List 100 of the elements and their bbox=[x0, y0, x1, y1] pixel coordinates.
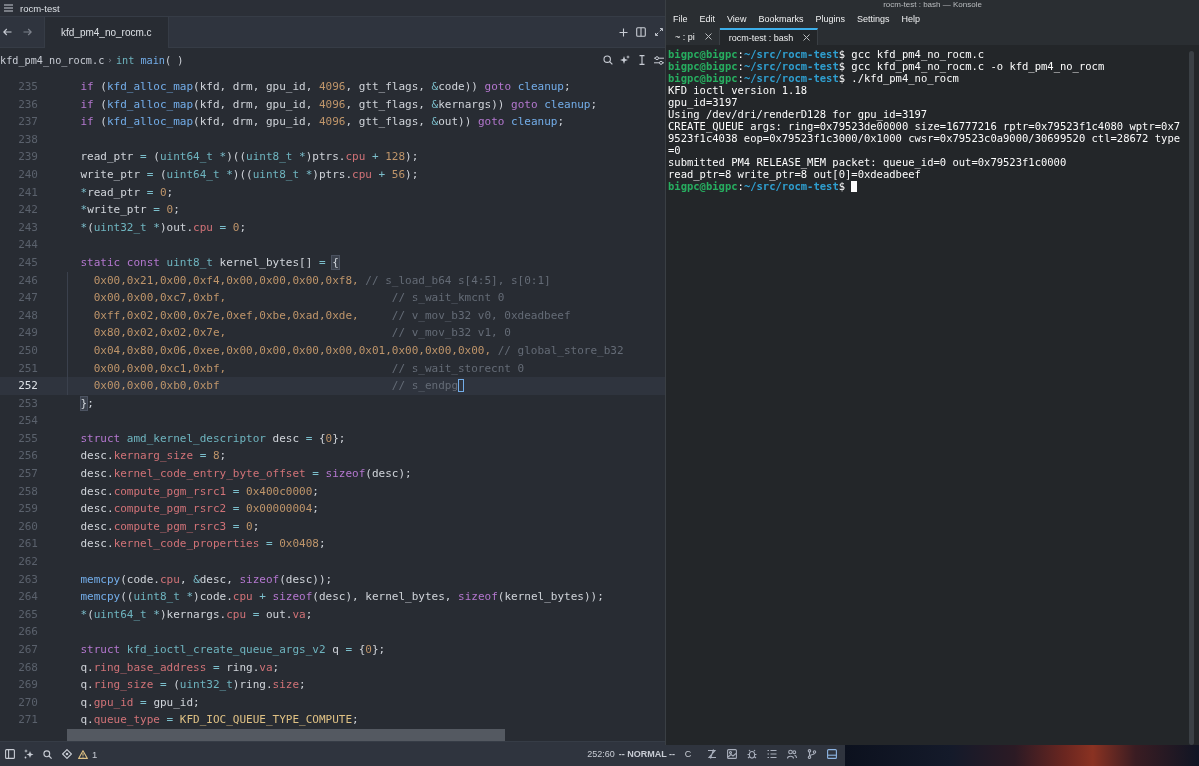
close-icon[interactable] bbox=[803, 34, 811, 41]
line-number: 235 bbox=[17, 79, 38, 95]
search-icon[interactable] bbox=[603, 54, 613, 66]
code-line: *(uint64_t *)kernargs.cpu = out.va; bbox=[80, 606, 313, 623]
line-number: 248 bbox=[17, 307, 38, 324]
code-line: *(uint32_t *)out.cpu = 0; bbox=[80, 219, 247, 236]
line-number: 247 bbox=[17, 290, 38, 307]
line-number: 236 bbox=[17, 96, 38, 113]
line-number: 263 bbox=[17, 571, 38, 588]
line-number: 254 bbox=[17, 413, 38, 430]
terminal-line: CREATE_QUEUE args: ring=0x79523de00000 size=16777216 rptr=0x79523f1c4080 wptr=0x7 bbox=[668, 120, 1181, 132]
terminal-tab[interactable]: rocm-test : bash bbox=[719, 28, 819, 45]
code-line: write_ptr = (uint64_t *)((uint8_t *)ptrs.cpu + 56); bbox=[80, 166, 419, 183]
line-number: 264 bbox=[17, 589, 38, 606]
terminal-line: bigpc@bigpc:~/src/rocm-test$ ./kfd_pm4_no_rocm bbox=[668, 72, 959, 84]
line-number: 260 bbox=[17, 518, 38, 535]
menu-icon[interactable] bbox=[3, 2, 13, 14]
code-line: *write_ptr = 0; bbox=[80, 202, 180, 219]
code-line: 0x80,0x02,0x02,0x7e, // v_mov_b32 v1, 0 bbox=[93, 325, 511, 342]
line-number: 255 bbox=[17, 430, 38, 447]
breadcrumb-file[interactable]: kfd_pm4_no_rocm.c bbox=[0, 54, 105, 66]
line-number: 243 bbox=[17, 219, 38, 236]
code-line: q.gpu_id = gpu_id; bbox=[80, 694, 200, 711]
sparkle-icon[interactable] bbox=[620, 54, 630, 66]
terminal-line: submitted PM4 RELEASE_MEM packet: queue_id=0 out=0x79523f1c0000 bbox=[668, 156, 1067, 168]
code-line: if (kfd_alloc_map(kfd, drm, gpu_id, 4096, gtt_flags, &out)) goto cleanup; bbox=[80, 114, 564, 131]
code-line: 0xff,0x02,0x00,0x7e,0xef,0xbe,0xad,0xde, // v_mov_b32 v0, 0xdeadbeef bbox=[93, 307, 571, 324]
terminal-line: Using /dev/dri/renderD128 for gpu_id=3197 bbox=[668, 108, 928, 120]
code-line: desc.kernel_code_entry_byte_offset = sizeof(desc); bbox=[80, 466, 412, 483]
code-line: q.ring_size = (uint32_t)ring.size; bbox=[80, 677, 306, 694]
code-line: memcpy(code.cpu, &desc, sizeof(desc)); bbox=[80, 571, 333, 588]
code-line: 0x00,0x00,0xb0,0xbf // s_endpg bbox=[93, 378, 458, 395]
line-number: 267 bbox=[17, 642, 38, 658]
cursor-position[interactable]: 252:60 bbox=[587, 749, 615, 759]
terminal-line: bigpc@bigpc:~/src/rocm-test$ gcc kfd_pm4_no_rocm.c bbox=[668, 48, 985, 60]
line-number: 249 bbox=[17, 325, 38, 342]
menu-item[interactable]: Edit bbox=[693, 11, 722, 27]
terminal-line: bigpc@bigpc:~/src/rocm-test$ gcc kfd_pm4_no_rocm.c -o kfd_pm4_no_rocm bbox=[668, 60, 1105, 72]
line-number: 251 bbox=[17, 360, 38, 377]
sliders-icon[interactable] bbox=[654, 54, 664, 66]
line-number: 244 bbox=[17, 237, 38, 254]
diagnostics-button[interactable]: 1 bbox=[78, 748, 98, 760]
code-line: memcpy((uint8_t *)code.cpu + sizeof(desc), kernel_bytes, sizeof(kernel_bytes)); bbox=[80, 589, 604, 606]
terminal-line: KFD ioctl version 1.18 bbox=[668, 84, 808, 96]
editor-tab[interactable]: kfd_pm4_no_rocm.c bbox=[44, 17, 169, 48]
terminal-line: 9523f1c4038 eop=0x79523f1c3000/0x1000 cwsr=0x79523c0a9000/30699520 ctl=28672 type bbox=[668, 132, 1181, 144]
menu-item[interactable]: View bbox=[721, 11, 753, 27]
menu-item[interactable]: Settings bbox=[850, 11, 896, 27]
line-number: 237 bbox=[17, 114, 38, 131]
code-line: read_ptr = (uint64_t *)((uint8_t *)ptrs.cpu + 128); bbox=[80, 149, 419, 166]
plus-icon[interactable] bbox=[618, 26, 628, 38]
scrollbar[interactable] bbox=[1189, 51, 1194, 745]
code-line: desc.compute_pgm_rsrc2 = 0x00000004; bbox=[80, 501, 319, 518]
code-line: 0x00,0x00,0xc7,0xbf, // s_wait_kmcnt 0 bbox=[93, 290, 505, 307]
line-number: 259 bbox=[17, 501, 38, 518]
menu-item[interactable]: Plugins bbox=[809, 11, 851, 27]
terminal-line: =0 bbox=[668, 144, 681, 156]
code-line: q.queue_type = KFD_IOC_QUEUE_TYPE_COMPUTE; bbox=[80, 712, 359, 729]
code-line: 0x00,0x00,0xc1,0xbf, // s_wait_storecnt 0 bbox=[93, 360, 525, 377]
line-number: 265 bbox=[17, 606, 38, 623]
line-number: 245 bbox=[17, 254, 38, 271]
line-number: 241 bbox=[17, 184, 38, 201]
window-title: rocm-test : bash — Konsole bbox=[883, 0, 982, 10]
line-number: 262 bbox=[17, 554, 38, 571]
code-line: struct amd_kernel_descriptor desc = {0}; bbox=[80, 430, 346, 447]
line-number: 238 bbox=[17, 131, 38, 148]
line-number: 270 bbox=[17, 694, 38, 711]
code-line: 0x04,0x80,0x06,0xee,0x00,0x00,0x00,0x00,0x01,0x00,0x00,0x00, // global_store_b32 bbox=[93, 342, 624, 359]
code-line: struct kfd_ioctl_create_queue_args_v2 q = {0}; bbox=[80, 642, 386, 658]
close-icon[interactable] bbox=[704, 33, 712, 40]
menu-item[interactable]: File bbox=[667, 11, 694, 27]
language-selector[interactable]: C bbox=[684, 749, 692, 759]
menu-item[interactable]: Help bbox=[895, 11, 926, 27]
line-number: 268 bbox=[17, 659, 38, 676]
line-number: 252 bbox=[17, 378, 38, 395]
line-number: 242 bbox=[17, 202, 38, 219]
line-number: 261 bbox=[17, 536, 38, 553]
line-number: 250 bbox=[17, 342, 38, 359]
line-number: 258 bbox=[17, 483, 38, 500]
code-line: static const uint8_t kernel_bytes[] = { bbox=[80, 254, 339, 271]
text-cursor-icon[interactable] bbox=[637, 54, 647, 66]
line-number: 256 bbox=[17, 448, 38, 465]
code-line: }; bbox=[80, 395, 94, 412]
line-number: 239 bbox=[17, 149, 38, 166]
code-line: *read_ptr = 0; bbox=[80, 184, 174, 201]
code-line: desc.compute_pgm_rsrc3 = 0; bbox=[80, 518, 260, 535]
code-line: desc.compute_pgm_rsrc1 = 0x400c0000; bbox=[80, 483, 319, 500]
line-number: 269 bbox=[17, 677, 38, 694]
line-number: 266 bbox=[17, 624, 38, 641]
text-cursor bbox=[458, 379, 464, 393]
maximize-icon[interactable] bbox=[654, 26, 664, 38]
scrollbar-thumb[interactable] bbox=[67, 728, 505, 741]
split-pane-icon[interactable] bbox=[636, 26, 646, 38]
menu-item[interactable]: Bookmarks bbox=[752, 11, 810, 27]
project-title[interactable]: rocm-test bbox=[20, 2, 60, 14]
terminal-line: bigpc@bigpc:~/src/rocm-test$ bbox=[668, 180, 846, 192]
code-line: desc.kernel_code_properties = 0x0408; bbox=[80, 536, 326, 553]
code-line: 0x00,0x21,0x00,0xf4,0x00,0x00,0x00,0xf8, // s_load_b64 s[4:5], s[0:1] bbox=[93, 272, 551, 289]
code-line: if (kfd_alloc_map(kfd, drm, gpu_id, 4096, gtt_flags, &kernargs)) goto cleanup; bbox=[80, 96, 598, 113]
code-line: if (kfd_alloc_map(kfd, drm, gpu_id, 4096, gtt_flags, &code)) goto cleanup; bbox=[80, 79, 571, 95]
